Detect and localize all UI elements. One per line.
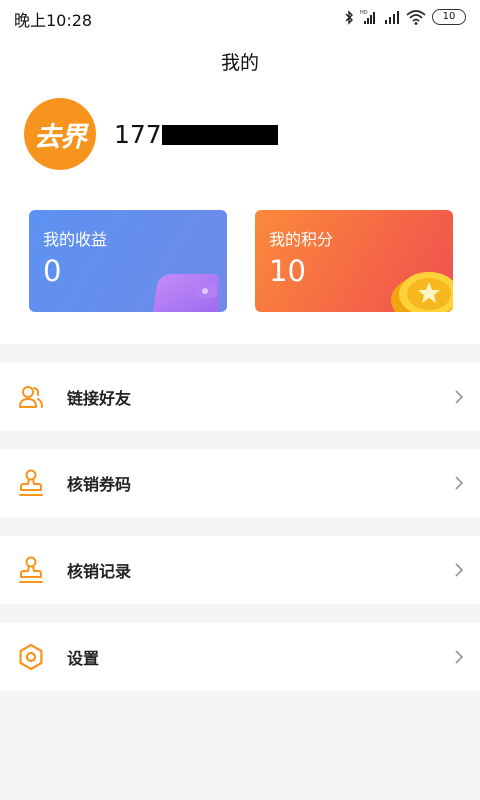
menu-item-label: 核销券码 <box>67 475 132 494</box>
chevron-right-icon <box>455 563 464 577</box>
bluetooth-icon <box>345 9 354 25</box>
svg-text:HD: HD <box>360 10 368 16</box>
status-bar: 晚上10:28 HD 10 <box>0 0 480 34</box>
phone-number: 177 <box>114 119 278 149</box>
menu-item-verify-coupon[interactable]: 核销券码 <box>0 449 480 517</box>
menu-item-settings[interactable]: 设置 <box>0 623 480 691</box>
menu-item-verify-records[interactable]: 核销记录 <box>0 536 480 604</box>
earnings-card[interactable]: 我的收益 0 <box>29 210 227 312</box>
chevron-right-icon <box>455 650 464 664</box>
points-label: 我的积分 <box>269 230 334 249</box>
points-value: 10 <box>269 254 306 288</box>
menu-item-label: 链接好友 <box>67 389 132 408</box>
avatar[interactable]: 去界 <box>24 98 96 170</box>
profile-header-area: 晚上10:28 HD 10 我的 去界 177 我的收益 0 我的积分 10 <box>0 0 480 344</box>
page-title: 我的 <box>220 52 259 74</box>
coin-star-icon <box>391 272 453 312</box>
menu-item-label: 核销记录 <box>67 562 132 581</box>
signal-icon <box>384 10 400 24</box>
battery-icon: 10 <box>432 9 466 25</box>
chevron-right-icon <box>455 476 464 490</box>
friends-icon <box>19 386 43 408</box>
wifi-icon <box>406 9 426 25</box>
points-card[interactable]: 我的积分 10 <box>255 210 453 312</box>
status-icons: HD 10 <box>345 8 466 26</box>
redacted-phone-mask <box>161 125 278 145</box>
phone-prefix: 177 <box>114 119 162 149</box>
stamp-icon <box>19 556 43 583</box>
menu-item-label: 设置 <box>67 649 100 668</box>
earnings-value: 0 <box>43 254 62 288</box>
menu-item-link-friends[interactable]: 链接好友 <box>0 363 480 431</box>
hexagon-settings-icon <box>19 643 43 671</box>
wallet-icon <box>153 274 219 312</box>
avatar-logo: 去界 <box>34 121 87 153</box>
hd-signal-icon: HD <box>360 9 378 25</box>
status-time: 晚上10:28 <box>14 11 93 30</box>
chevron-right-icon <box>455 390 464 404</box>
earnings-label: 我的收益 <box>43 230 108 249</box>
stamp-icon <box>19 469 43 496</box>
